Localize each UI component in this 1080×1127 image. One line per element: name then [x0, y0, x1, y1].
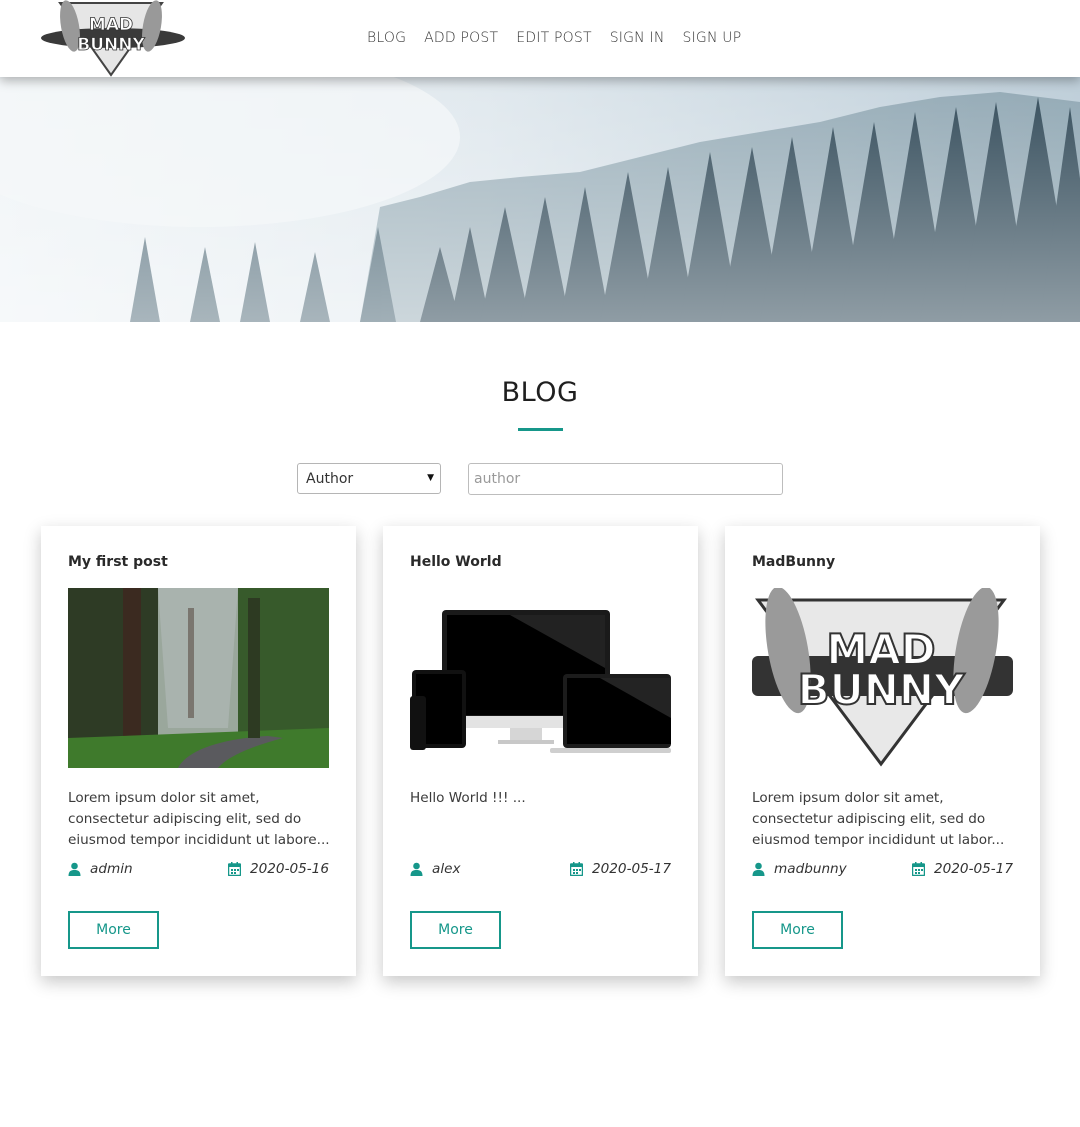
nav-sign-up[interactable]: SIGN UP	[683, 30, 742, 46]
filter-type-select[interactable]: Author ▼	[297, 463, 441, 494]
post-date-value: 2020-05-16	[249, 861, 329, 877]
post-image-madbunny-logo: MAD BUNNY	[752, 588, 1013, 768]
post-author-name: madbunny	[774, 861, 847, 877]
svg-text:BUNNY: BUNNY	[798, 665, 965, 714]
post-image-forest-road	[68, 588, 329, 768]
post-image-devices	[410, 588, 671, 768]
more-button[interactable]: More	[752, 911, 843, 949]
foggy-forest-image	[0, 77, 1080, 322]
svg-text:MAD: MAD	[89, 15, 133, 35]
post-excerpt: Lorem ipsum dolor sit amet, consectetur …	[752, 790, 1005, 848]
svg-text:BUNNY: BUNNY	[77, 35, 145, 55]
madbunny-logo[interactable]: MAD BUNNY	[40, 0, 186, 77]
post-excerpt: Lorem ipsum dolor sit amet, consectetur …	[68, 790, 330, 848]
user-icon	[752, 862, 765, 876]
calendar-icon	[911, 862, 925, 876]
user-icon	[410, 862, 423, 876]
hero-banner	[0, 77, 1080, 322]
nav-add-post[interactable]: ADD POST	[424, 30, 498, 46]
post-author: madbunny	[752, 861, 847, 877]
post-title: MadBunny	[752, 554, 836, 570]
more-button[interactable]: More	[68, 911, 159, 949]
post-date-value: 2020-05-17	[591, 861, 671, 877]
post-title: Hello World	[410, 554, 502, 570]
post-excerpt: Hello World !!! ...	[410, 790, 526, 806]
more-button[interactable]: More	[410, 911, 501, 949]
post-card: My first post Lorem ipsum dolor sit amet…	[41, 526, 356, 976]
calendar-icon	[569, 862, 583, 876]
nav-sign-in[interactable]: SIGN IN	[610, 30, 665, 46]
post-title: My first post	[68, 554, 168, 570]
page-title: BLOG	[501, 377, 579, 408]
navbar: MAD BUNNY BLOG ADD POST EDIT POST SIGN I…	[0, 0, 1080, 77]
nav-blog[interactable]: BLOG	[367, 30, 406, 46]
filter-select-value: Author	[306, 471, 354, 487]
post-card: Hello World Hello World !!! ... alex 202…	[383, 526, 698, 976]
title-underline	[518, 428, 563, 431]
post-author-name: admin	[90, 861, 133, 877]
post-date-value: 2020-05-17	[933, 861, 1013, 877]
user-icon	[68, 862, 81, 876]
post-date: 2020-05-16	[227, 861, 329, 877]
author-search-input[interactable]	[468, 463, 783, 495]
post-author-name: alex	[432, 861, 461, 877]
main-nav: BLOG ADD POST EDIT POST SIGN IN SIGN UP	[367, 30, 759, 46]
post-date: 2020-05-17	[569, 861, 671, 877]
post-author: admin	[68, 861, 133, 877]
post-author: alex	[410, 861, 461, 877]
calendar-icon	[227, 862, 241, 876]
post-date: 2020-05-17	[911, 861, 1013, 877]
nav-edit-post[interactable]: EDIT POST	[516, 30, 591, 46]
post-card: MadBunny MAD BUNNY Lorem ipsum dolor sit…	[725, 526, 1040, 976]
caret-down-icon: ▼	[427, 473, 434, 483]
